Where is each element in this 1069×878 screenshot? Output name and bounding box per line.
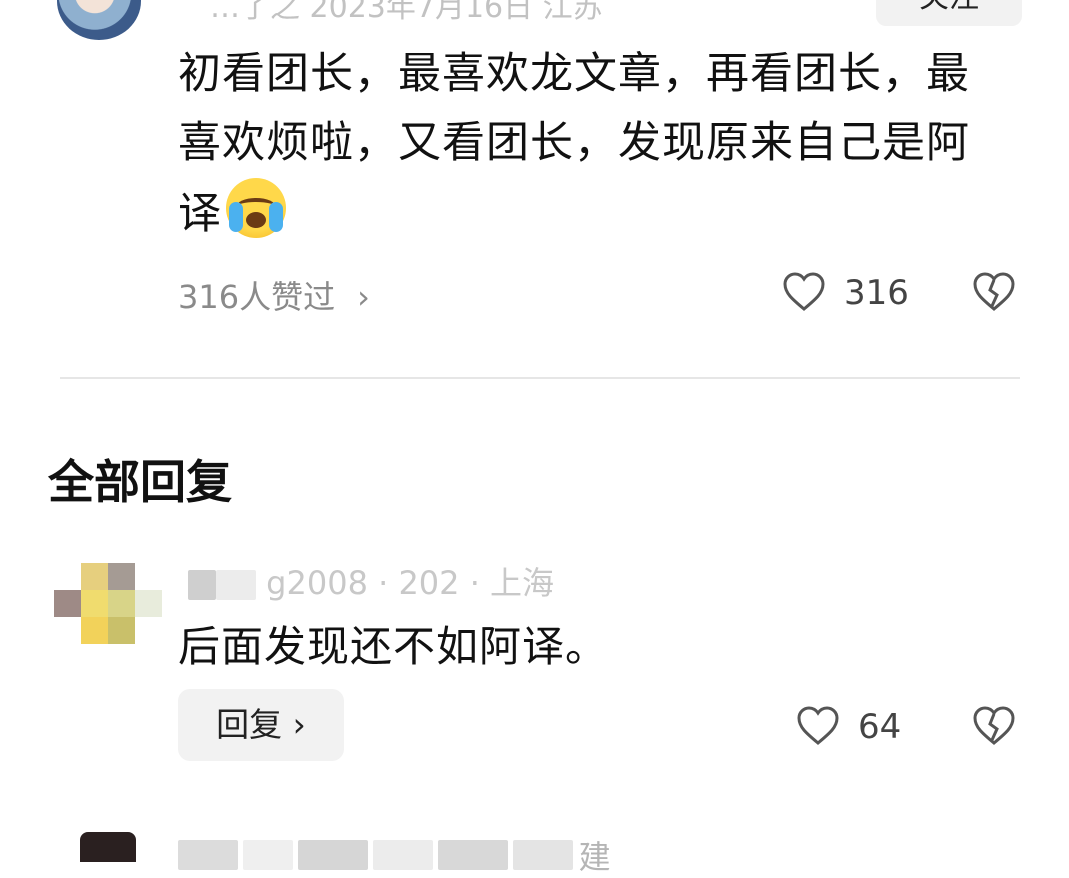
follow-button[interactable]: 关注 <box>876 0 1022 26</box>
likers-label: 316人赞过 <box>178 278 336 316</box>
next-reply-avatar[interactable] <box>80 832 136 862</box>
reply-like-count: 64 <box>858 707 902 747</box>
reply-like-button[interactable] <box>796 706 840 750</box>
section-title: 全部回复 <box>48 455 232 509</box>
heart-icon <box>797 706 839 745</box>
comment-text: 初看团长，最喜欢龙文章，再看团长，最喜欢烦啦，又看团长，发现原来自己是阿译 <box>178 40 1008 249</box>
user-avatar[interactable] <box>57 0 141 40</box>
dislike-button[interactable] <box>972 272 1016 316</box>
reply-dislike-button[interactable] <box>972 706 1016 750</box>
reply-text: 后面发现还不如阿译。 <box>178 622 609 671</box>
comment-body: 初看团长，最喜欢龙文章，再看团长，最喜欢烦啦，又看团长，发现原来自己是阿译 <box>178 49 970 239</box>
chevron-right-icon: › <box>357 278 370 316</box>
reply-meta: g2008 · 202 · 上海 <box>188 558 554 604</box>
reply-avatar[interactable] <box>54 563 162 645</box>
reply-meta-visible: g2008 · 202 · 上海 <box>266 564 555 602</box>
like-button[interactable] <box>782 272 826 316</box>
comment-meta: …了之 2023年7月16日 江苏 <box>210 0 603 25</box>
broken-heart-icon <box>973 272 1015 311</box>
crying-face-icon <box>226 178 286 238</box>
heart-icon <box>783 272 825 311</box>
likers-link[interactable]: 316人赞过 › <box>178 272 370 318</box>
reply-button-label: 回复 <box>216 705 283 744</box>
divider <box>60 377 1020 379</box>
reply-button[interactable]: 回复 › <box>178 689 344 761</box>
broken-heart-icon <box>973 706 1015 745</box>
chevron-right-icon: › <box>282 705 306 744</box>
next-reply-location: 建 <box>578 838 611 876</box>
like-count: 316 <box>844 273 909 313</box>
next-reply-meta: 建 <box>178 832 611 876</box>
